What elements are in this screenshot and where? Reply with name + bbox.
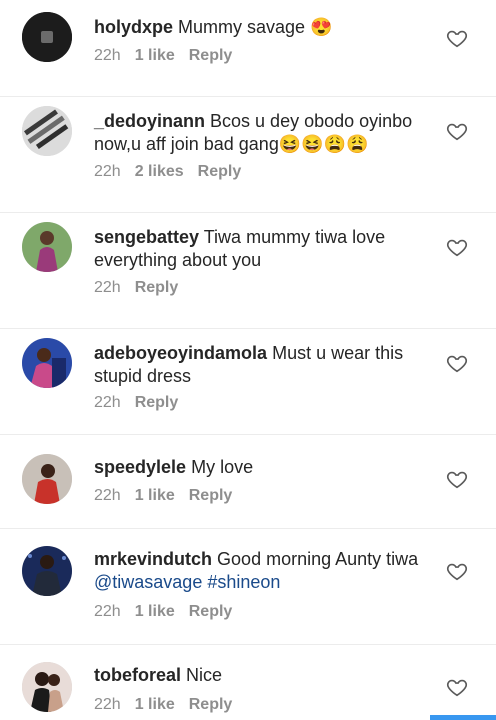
reply-button[interactable]: Reply <box>189 47 233 65</box>
username[interactable]: holydxpe <box>94 17 173 37</box>
likes-count[interactable]: 2 likes <box>135 163 184 181</box>
comment-body: My love <box>191 457 254 477</box>
comment-meta: 22h 1 like Reply <box>94 696 232 714</box>
comment-text: holydxpe Mummy savage 😍 <box>94 16 440 39</box>
comment-meta: 22h Reply <box>94 394 178 412</box>
comment-item: holydxpe Mummy savage 😍 22h 1 like Reply <box>0 0 496 97</box>
heart-icon[interactable] <box>446 468 468 490</box>
avatar[interactable] <box>22 338 72 388</box>
likes-count[interactable]: 1 like <box>135 696 175 714</box>
username[interactable]: tobeforeal <box>94 665 181 685</box>
comment-text: sengebattey Tiwa mummy tiwa love everyth… <box>94 226 440 272</box>
avatar[interactable] <box>22 662 72 712</box>
heart-icon[interactable] <box>446 236 468 258</box>
comment-body: Mummy savage 😍 <box>178 17 333 37</box>
heart-icon[interactable] <box>446 120 468 142</box>
comment-item: _dedoyinann Bcos u dey obodo oyinbo now,… <box>0 96 496 213</box>
comment-meta: 22h Reply <box>94 279 178 297</box>
reply-button[interactable]: Reply <box>135 394 179 412</box>
comment-body: Nice <box>186 665 223 685</box>
comment-text: tobeforeal Nice <box>94 664 440 687</box>
comment-item: sengebattey Tiwa mummy tiwa love everyth… <box>0 212 496 329</box>
username[interactable]: mrkevindutch <box>94 549 212 569</box>
mention-link[interactable]: @tiwasavage <box>94 572 202 592</box>
avatar[interactable] <box>22 106 72 156</box>
avatar[interactable] <box>22 546 72 596</box>
comment-item: mrkevindutch Good morning Aunty tiwa @ti… <box>0 528 496 645</box>
comment-body: Good morning Aunty tiwa <box>217 549 419 569</box>
heart-icon[interactable] <box>446 560 468 582</box>
likes-count[interactable]: 1 like <box>135 487 175 505</box>
comment-item: speedylele My love 22h 1 like Reply <box>0 434 496 529</box>
reply-button[interactable]: Reply <box>189 696 233 714</box>
timestamp: 22h <box>94 696 121 713</box>
comment-item: adeboyeoyindamola Must u wear this stupi… <box>0 328 496 435</box>
timestamp: 22h <box>94 603 121 620</box>
timestamp: 22h <box>94 279 121 296</box>
hashtag-link[interactable]: #shineon <box>207 572 280 592</box>
scroll-indicator <box>430 715 496 720</box>
timestamp: 22h <box>94 163 121 180</box>
reply-button[interactable]: Reply <box>135 279 179 297</box>
username[interactable]: sengebattey <box>94 227 199 247</box>
username[interactable]: adeboyeoyindamola <box>94 343 267 363</box>
reply-button[interactable]: Reply <box>189 603 233 621</box>
username[interactable]: speedylele <box>94 457 186 477</box>
comment-meta: 22h 1 like Reply <box>94 603 232 621</box>
comment-meta: 22h 2 likes Reply <box>94 163 241 181</box>
reply-button[interactable]: Reply <box>198 163 242 181</box>
heart-icon[interactable] <box>446 352 468 374</box>
avatar[interactable] <box>22 222 72 272</box>
timestamp: 22h <box>94 487 121 504</box>
avatar[interactable] <box>22 12 72 62</box>
comment-item: tobeforeal Nice 22h 1 like Reply <box>0 644 496 720</box>
heart-icon[interactable] <box>446 676 468 698</box>
comment-text: speedylele My love <box>94 456 440 479</box>
timestamp: 22h <box>94 394 121 411</box>
likes-count[interactable]: 1 like <box>135 47 175 65</box>
username[interactable]: _dedoyinann <box>94 111 205 131</box>
comment-meta: 22h 1 like Reply <box>94 487 232 505</box>
comment-text: mrkevindutch Good morning Aunty tiwa @ti… <box>94 548 440 594</box>
comment-text: adeboyeoyindamola Must u wear this stupi… <box>94 342 440 388</box>
likes-count[interactable]: 1 like <box>135 603 175 621</box>
heart-icon[interactable] <box>446 27 468 49</box>
comment-meta: 22h 1 like Reply <box>94 47 232 65</box>
avatar[interactable] <box>22 454 72 504</box>
timestamp: 22h <box>94 47 121 64</box>
reply-button[interactable]: Reply <box>189 487 233 505</box>
comment-text: _dedoyinann Bcos u dey obodo oyinbo now,… <box>94 110 440 156</box>
